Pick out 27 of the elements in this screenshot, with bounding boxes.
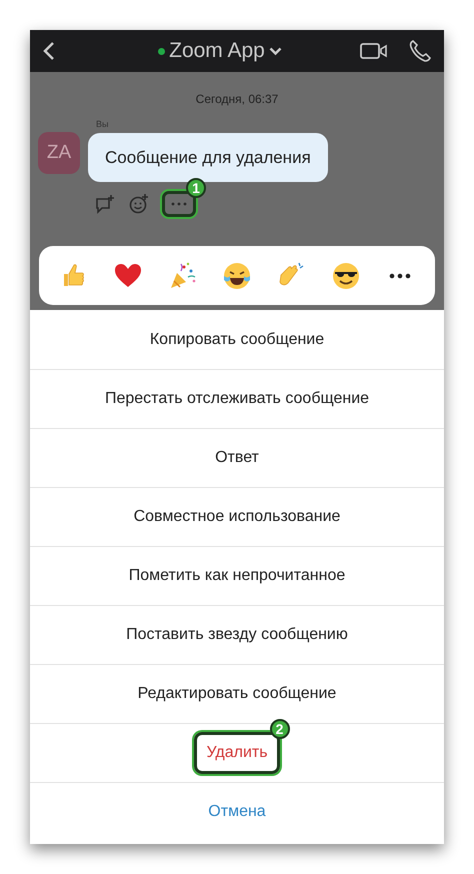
- menu-item[interactable]: Отмена: [208, 800, 266, 824]
- avatar: ZA: [38, 132, 80, 174]
- chat-title: Zoom App: [169, 38, 265, 64]
- laughing-face-icon[interactable]: [222, 260, 252, 290]
- menu-item[interactable]: Редактировать сообщение: [138, 682, 336, 706]
- sender-name: Вы: [96, 118, 110, 131]
- video-camera-icon[interactable]: [360, 42, 388, 60]
- highlight-frame[interactable]: [162, 191, 196, 217]
- menu-item[interactable]: Поставить звезду сообщению: [126, 623, 348, 647]
- date-label: Сегодня, 06:37: [196, 91, 278, 108]
- emoji-plus-button[interactable]: [128, 193, 150, 215]
- step-number-badge: 1: [186, 178, 206, 198]
- menu-item[interactable]: Копировать сообщение: [150, 328, 324, 352]
- phone-icon[interactable]: [408, 39, 432, 63]
- comment-plus-icon: [94, 193, 116, 215]
- message-bubble[interactable]: Сообщение для удаления: [88, 132, 328, 182]
- menu-item[interactable]: Пометить как непрочитанное: [128, 564, 346, 588]
- comment-plus-button[interactable]: [94, 193, 116, 215]
- sunglasses-face-icon[interactable]: [330, 260, 361, 290]
- menu-item[interactable]: Совместное использование: [134, 505, 340, 529]
- back-icon[interactable]: [42, 41, 56, 61]
- menu-item[interactable]: Ответ: [215, 446, 259, 470]
- emoji-plus-icon: [128, 193, 150, 215]
- more-icon: [171, 202, 187, 206]
- menu-item[interactable]: Перестать отслеживать сообщение: [104, 387, 370, 411]
- chevron-down-icon[interactable]: [268, 46, 282, 56]
- step-number-badge: 2: [270, 719, 290, 739]
